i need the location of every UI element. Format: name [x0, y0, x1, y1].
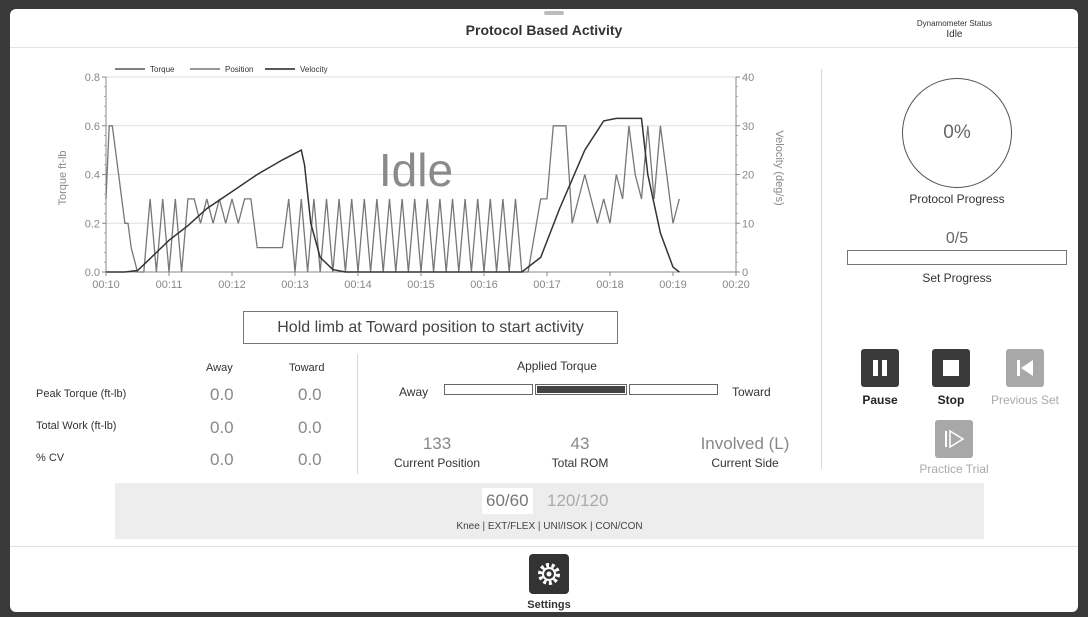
y2-tick-label: 0 [742, 267, 748, 279]
stats-row-label: Peak Torque (ft-lb) [36, 388, 127, 400]
stats-row-label: Total Work (ft-lb) [36, 420, 117, 432]
y-tick-label: 0.6 [85, 121, 100, 133]
footer: Settings [10, 546, 1078, 612]
y2-tick-label: 40 [742, 72, 754, 84]
app-window: Protocol Based Activity Dynamometer Stat… [10, 9, 1078, 612]
total-work-away: 0.0 [210, 418, 234, 437]
set-progress-bar [847, 250, 1067, 265]
cv-away: 0.0 [210, 450, 234, 469]
settings-button[interactable] [529, 554, 569, 594]
protocol-progress-label: Protocol Progress [909, 192, 1005, 206]
applied-torque-toward-label: Toward [732, 385, 771, 399]
dynamometer-status-label: Dynamometer Status [916, 19, 992, 28]
stop-button[interactable] [932, 349, 970, 387]
pause-icon [873, 360, 878, 376]
y2-tick-label: 30 [742, 121, 754, 133]
stop-icon [943, 360, 959, 376]
peak-torque-toward: 0.0 [298, 385, 322, 404]
x-tick-label: 00:12 [218, 279, 246, 289]
protocol-progress-percent: 0% [943, 122, 971, 143]
current-position-value: 133 [422, 434, 452, 453]
x-tick-label: 00:14 [344, 279, 372, 289]
x-tick-label: 00:11 [156, 279, 183, 289]
practice-play-icon [945, 429, 965, 449]
y-tick-label: 0.4 [85, 170, 100, 182]
x-tick-label: 00:13 [281, 279, 309, 289]
right-panel-divider [821, 69, 822, 469]
total-work-toward: 0.0 [298, 418, 322, 437]
current-position-label: Current Position [393, 456, 481, 470]
set-count: 0/5 [945, 230, 969, 247]
practice-trial-button[interactable] [935, 420, 973, 458]
pause-button[interactable] [861, 349, 899, 387]
stats-row-label: % CV [36, 452, 65, 464]
y-tick-label: 0.0 [85, 267, 100, 279]
current-side-value: Involved (L) [700, 434, 790, 453]
set-progress-label: Set Progress [922, 271, 992, 285]
dynamometer-status: Dynamometer Status Idle [917, 19, 992, 40]
applied-torque-title: Applied Torque [517, 359, 597, 373]
header: Protocol Based Activity Dynamometer Stat… [10, 9, 1078, 48]
previous-set-button[interactable] [1006, 349, 1044, 387]
legend-label: Velocity [300, 65, 328, 74]
skip-back-icon [1017, 360, 1033, 376]
stats-col-toward: Toward [289, 362, 325, 374]
x-tick-label: 00:10 [92, 279, 120, 289]
x-tick-label: 00:20 [722, 279, 750, 289]
total-rom-label: Total ROM [551, 456, 609, 470]
legend-label: Torque [150, 65, 175, 74]
speed-selector-band: 60/60 120/120 Knee | EXT/FLEX | UNI/ISOK… [115, 483, 984, 539]
gear-icon [538, 563, 560, 585]
current-side-label: Current Side [711, 456, 779, 470]
cv-toward: 0.0 [298, 450, 322, 469]
x-tick-label: 00:19 [659, 279, 687, 289]
total-rom-value: 43 [570, 434, 590, 453]
settings-label: Settings [527, 599, 571, 611]
practice-trial-label: Practice Trial [919, 462, 989, 476]
y2-tick-label: 10 [742, 218, 754, 230]
applied-torque-bar-center [535, 384, 627, 395]
y-tick-label: 0.2 [85, 218, 100, 230]
speed-option-active[interactable]: 60/60 [482, 488, 533, 514]
applied-torque-bar-away [444, 384, 533, 395]
speed-option[interactable]: 120/120 [547, 491, 608, 511]
pause-label: Pause [862, 393, 898, 407]
x-tick-label: 00:16 [470, 279, 498, 289]
peak-torque-away: 0.0 [210, 385, 234, 404]
stats-col-away: Away [206, 362, 233, 374]
applied-torque-bar-toward [629, 384, 718, 395]
y-tick-label: 0.8 [85, 72, 100, 84]
legend-label: Position [225, 65, 253, 74]
x-tick-label: 00:17 [533, 279, 561, 289]
activity-chart: Torque Position Velocity Idle 0.0 0.2 0.4 0.6… [57, 65, 785, 289]
applied-torque-away-label: Away [399, 385, 429, 399]
protocol-description: Knee | EXT/FLEX | UNI/ISOK | CON/CON [456, 521, 643, 532]
y2-tick-label: 20 [742, 170, 754, 182]
x-tick-label: 00:18 [596, 279, 624, 289]
chart-idle-overlay: Idle [379, 144, 453, 196]
activity-hint: Hold limb at Toward position to start ac… [243, 311, 618, 344]
stats-divider [357, 354, 358, 474]
x-tick-label: 00:15 [407, 279, 435, 289]
dynamometer-status-value: Idle [946, 29, 963, 40]
y2-axis-label: Velocity (deg/s) [773, 130, 785, 205]
y-axis-label: Torque ft-lb [57, 150, 69, 205]
stop-label: Stop [937, 393, 965, 407]
previous-set-label: Previous Set [990, 393, 1060, 407]
